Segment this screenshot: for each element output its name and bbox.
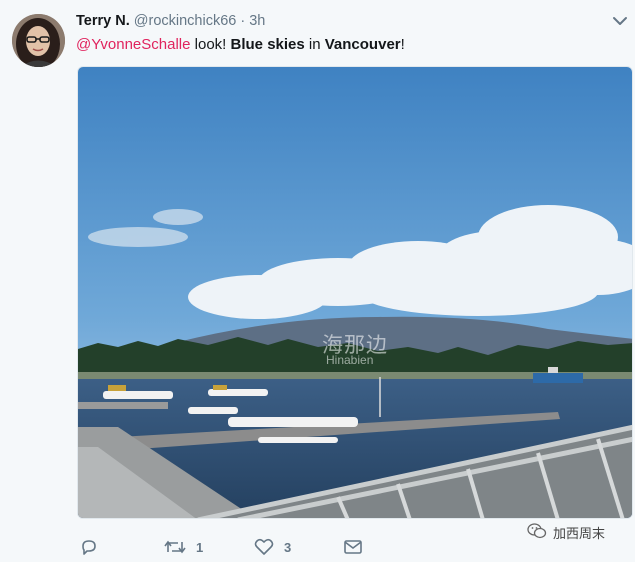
tweet-card: Terry N. @rockinchick66 · 3h @YvonneScha… (0, 0, 635, 562)
author-handle[interactable]: @rockinchick66 (134, 13, 237, 29)
wechat-watermark: 加西周末 (527, 523, 605, 542)
envelope-icon (343, 539, 363, 555)
reply-button[interactable] (80, 535, 108, 559)
mention-link[interactable]: @YvonneSchalle (76, 36, 190, 53)
author-name[interactable]: Terry N. (76, 13, 130, 29)
tweet-actions: 1 3 (78, 535, 498, 559)
tweet-text-segment: look! (190, 36, 231, 53)
tweet-text-segment: in (304, 36, 325, 53)
tweet-text-bold: Vancouver (324, 36, 401, 53)
tweet-text-bold: Blue skies (230, 36, 305, 53)
wechat-icon (527, 523, 547, 542)
like-button[interactable]: 3 (254, 535, 291, 559)
watermark-subtext: Hinabien (326, 353, 374, 367)
like-count: 3 (284, 539, 292, 555)
retweet-button[interactable]: 1 (164, 535, 203, 559)
retweet-count: 1 (196, 539, 204, 555)
tweet-header: Terry N. @rockinchick66 · 3h (76, 13, 265, 29)
wechat-label: 加西周末 (553, 526, 606, 541)
tweet-time[interactable]: 3h (249, 13, 265, 29)
retweet-icon (164, 538, 186, 556)
heart-icon (254, 538, 274, 556)
tweet-text: @YvonneSchalle look! Blue skies in Vanco… (76, 36, 405, 53)
avatar[interactable] (12, 14, 65, 67)
separator-dot: · (240, 13, 246, 29)
direct-message-button[interactable] (343, 535, 363, 559)
chevron-down-icon[interactable] (612, 14, 628, 26)
reply-icon (80, 538, 98, 556)
tweet-text-segment: ! (400, 36, 405, 53)
tweet-photo[interactable]: 海那边 Hinabien (77, 66, 633, 519)
